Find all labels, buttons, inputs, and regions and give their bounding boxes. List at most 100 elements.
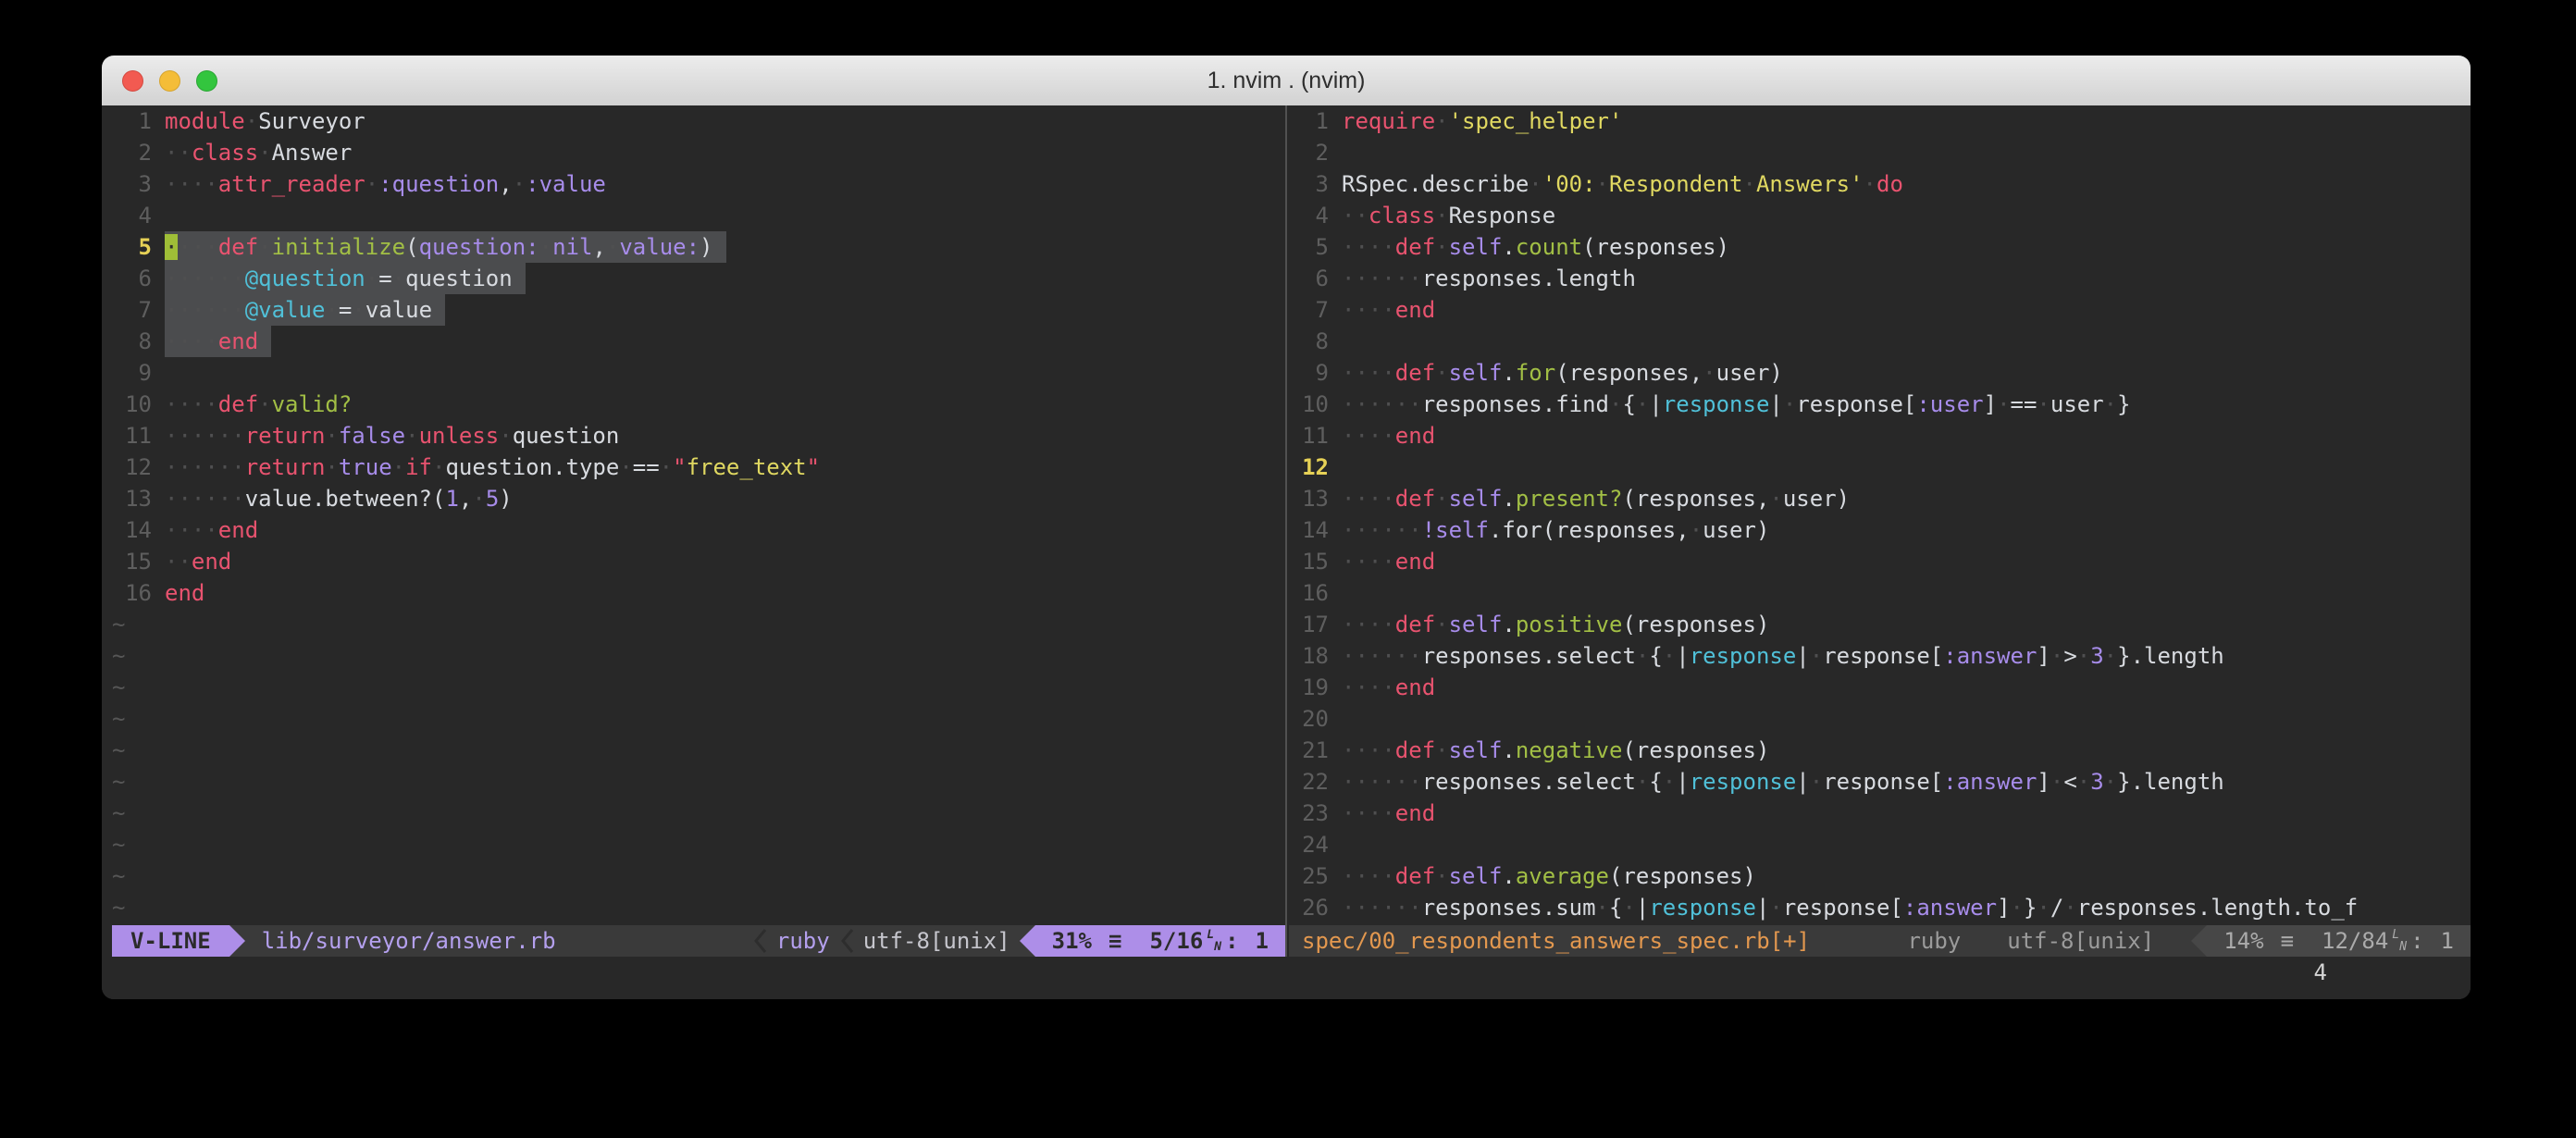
- terminal-bottom-padding: [102, 988, 2471, 999]
- code-token: .: [1502, 360, 1515, 386]
- terminal-window: 1. nvim . (nvim) 1module·Surveyor2··clas…: [102, 56, 2471, 999]
- code-text: ····def·self.average(responses): [1342, 860, 1756, 892]
- tilde-marker: ~: [112, 735, 125, 766]
- code-text: ····end: [1342, 546, 1435, 577]
- code-token: (responses,: [1555, 360, 1703, 386]
- line-number: 2: [112, 137, 165, 168]
- code-token: |: [1636, 895, 1649, 921]
- code-line[interactable]: 11····end: [1289, 420, 2471, 451]
- line-number: 1: [1289, 105, 1342, 137]
- code-line[interactable]: 14······!self.for(responses,·user): [1289, 514, 2471, 546]
- code-token: initialize: [272, 234, 406, 260]
- code-line[interactable]: 10······responses.find·{·|response|·resp…: [1289, 389, 2471, 420]
- code-line[interactable]: 5····def·initialize(question:·nil,·value…: [112, 231, 1285, 263]
- code-line[interactable]: 9: [112, 357, 1285, 389]
- whitespace-dots: ·: [606, 234, 619, 260]
- code-line[interactable]: 5····def·self.count(responses): [1289, 231, 2471, 263]
- code-line[interactable]: 24: [1289, 829, 2471, 860]
- code-token: if: [405, 454, 432, 480]
- code-text: module·Surveyor: [165, 105, 365, 137]
- code-line[interactable]: 12······return·true·if·question.type·==·…: [112, 451, 1285, 483]
- code-line[interactable]: 7····end: [1289, 294, 2471, 326]
- code-line[interactable]: 3RSpec.describe·'00:·Respondent·Answers'…: [1289, 168, 2471, 200]
- code-token: :user: [1916, 391, 1983, 417]
- right-editor-pane[interactable]: 1require·'spec_helper'23RSpec.describe·'…: [1287, 105, 2471, 957]
- code-line[interactable]: 11······return·false·unless·question: [112, 420, 1285, 451]
- code-text: ······responses.length: [1342, 263, 1636, 294]
- code-line[interactable]: 1module·Surveyor: [112, 105, 1285, 137]
- whitespace-dots: ····: [1342, 800, 1395, 826]
- left-code-area[interactable]: 1module·Surveyor2··class·Answer3····attr…: [112, 105, 1285, 925]
- tilde-marker: ~: [112, 640, 125, 672]
- whitespace-dots: ·: [1663, 643, 1676, 669]
- code-line[interactable]: 8: [1289, 326, 2471, 357]
- code-line[interactable]: 6······@question·=·question: [112, 263, 1285, 294]
- code-line[interactable]: 1require·'spec_helper': [1289, 105, 2471, 137]
- code-line[interactable]: 22······responses.select·{·|response|·re…: [1289, 766, 2471, 798]
- code-token: Answer: [272, 140, 353, 166]
- minimize-button[interactable]: [159, 70, 180, 92]
- whitespace-dots: ····: [1342, 863, 1395, 889]
- code-line[interactable]: 26······responses.sum·{·|response|·respo…: [1289, 892, 2471, 923]
- code-line[interactable]: 12: [1289, 451, 2471, 483]
- code-token: ": [673, 454, 686, 480]
- code-token: 3: [2090, 643, 2103, 669]
- whitespace-dots: ·: [1435, 108, 1448, 134]
- code-line[interactable]: 20: [1289, 703, 2471, 735]
- code-token: =: [339, 297, 352, 323]
- code-line[interactable]: 23····end: [1289, 798, 2471, 829]
- code-line[interactable]: 4: [112, 200, 1285, 231]
- whitespace-dots: ·: [2077, 769, 2090, 795]
- code-line[interactable]: 15····end: [1289, 546, 2471, 577]
- code-token: attr_reader: [218, 171, 365, 197]
- code-token: .: [1502, 486, 1515, 512]
- line-number: 17: [1289, 609, 1342, 640]
- code-line[interactable]: 14····end: [112, 514, 1285, 546]
- code-token: (responses,: [1622, 486, 1769, 512]
- code-line[interactable]: 18······responses.select·{·|response|·re…: [1289, 640, 2471, 672]
- code-line[interactable]: 13······value.between?(1,·5): [112, 483, 1285, 514]
- code-token: .: [1502, 737, 1515, 763]
- right-filetype: ruby: [1898, 925, 1970, 957]
- code-token: responses.select: [1422, 643, 1636, 669]
- code-line[interactable]: 16: [1289, 577, 2471, 609]
- code-line[interactable]: 9····def·self.for(responses,·user): [1289, 357, 2471, 389]
- code-text: ····def·self.for(responses,·user): [1342, 357, 1783, 389]
- code-line[interactable]: 16end: [112, 577, 1285, 609]
- tilde-marker: ~: [112, 609, 125, 640]
- whitespace-dots: ·: [1529, 171, 1542, 197]
- code-text: ····attr_reader·:question,·:value: [165, 168, 606, 200]
- code-line[interactable]: 15··end: [112, 546, 1285, 577]
- code-line[interactable]: 10····def·valid?: [112, 389, 1285, 420]
- code-line[interactable]: 25····def·self.average(responses): [1289, 860, 2471, 892]
- whitespace-dots: ·: [365, 171, 378, 197]
- code-line[interactable]: 17····def·self.positive(responses): [1289, 609, 2471, 640]
- zoom-button[interactable]: [196, 70, 217, 92]
- right-code-area[interactable]: 1require·'spec_helper'23RSpec.describe·'…: [1289, 105, 2471, 925]
- code-line[interactable]: 21····def·self.negative(responses): [1289, 735, 2471, 766]
- empty-buffer-line: ~: [112, 609, 1285, 640]
- code-line[interactable]: 8····end: [112, 326, 1285, 357]
- whitespace-dots: ·: [1663, 769, 1676, 795]
- code-line[interactable]: 13····def·self.present?(responses,·user): [1289, 483, 2471, 514]
- whitespace-dots: ······: [1342, 643, 1422, 669]
- line-number: 24: [1289, 829, 1342, 860]
- code-line[interactable]: 4··class·Response: [1289, 200, 2471, 231]
- whitespace-dots: ···: [178, 234, 217, 260]
- code-token: do: [1876, 171, 1903, 197]
- left-editor-pane[interactable]: 1module·Surveyor2··class·Answer3····attr…: [102, 105, 1285, 957]
- line-number: 6: [112, 263, 165, 294]
- code-line[interactable]: 2: [1289, 137, 2471, 168]
- code-line[interactable]: 6······responses.length: [1289, 263, 2471, 294]
- code-token: ]: [2037, 643, 2050, 669]
- whitespace-dots: ······: [165, 266, 245, 291]
- title-bar[interactable]: 1. nvim . (nvim): [102, 56, 2471, 106]
- close-button[interactable]: [122, 70, 143, 92]
- code-line[interactable]: 7······@value·=·value: [112, 294, 1285, 326]
- code-line[interactable]: 2··class·Answer: [112, 137, 1285, 168]
- code-token: user): [1703, 517, 1769, 543]
- code-token: response: [1649, 895, 1756, 921]
- code-line[interactable]: 19····end: [1289, 672, 2471, 703]
- line-number: 20: [1289, 703, 1342, 735]
- code-line[interactable]: 3····attr_reader·:question,·:value: [112, 168, 1285, 200]
